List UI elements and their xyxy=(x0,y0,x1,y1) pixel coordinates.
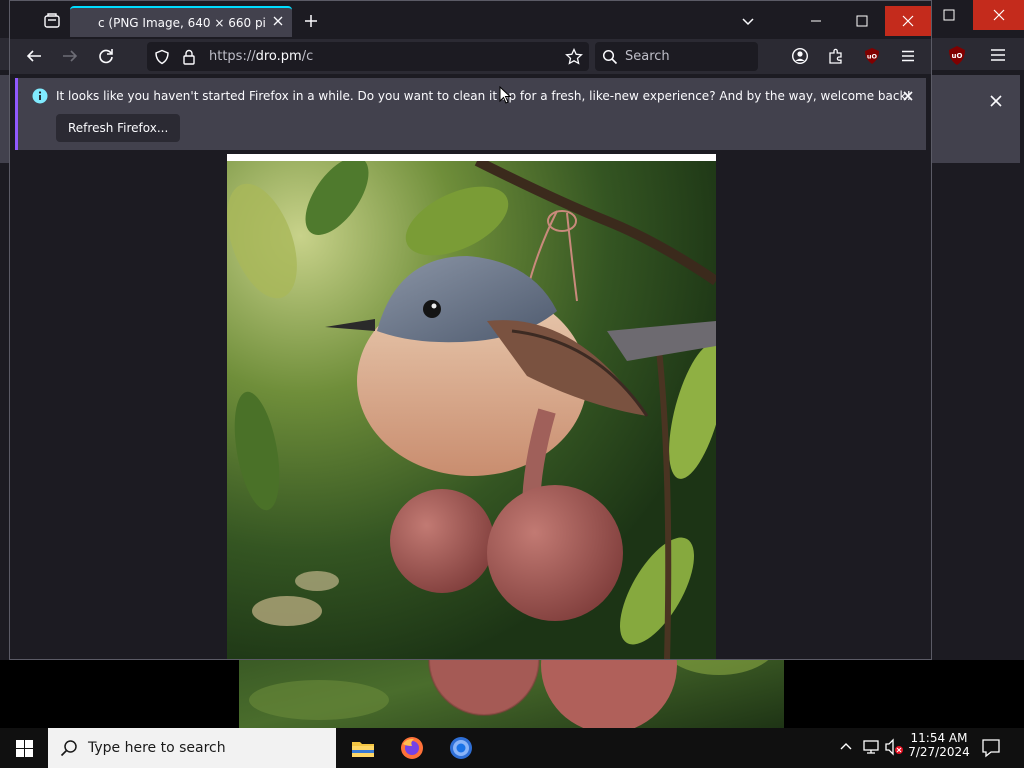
search-placeholder: Search xyxy=(625,49,670,64)
file-explorer-icon[interactable] xyxy=(345,732,381,764)
url-scheme: https:// xyxy=(209,49,256,64)
new-tab-plus-icon[interactable] xyxy=(297,7,325,35)
clock[interactable]: 11:54 AM 7/27/2024 xyxy=(908,731,970,759)
taskbar-search-icon xyxy=(60,739,78,757)
taskbar: Type here to search 11:54 AM 7/27/2024 xyxy=(0,728,1024,768)
background-ublock-icon[interactable]: uO xyxy=(943,41,971,73)
clock-time: 11:54 AM xyxy=(910,731,968,745)
firefox-icon[interactable] xyxy=(394,732,430,764)
tab-active[interactable]: c (PNG Image, 640 × 660 pixels) xyxy=(70,6,292,37)
taskbar-search-placeholder: Type here to search xyxy=(88,740,226,756)
volume-muted-icon[interactable] xyxy=(884,738,904,760)
url-host: dro.pm xyxy=(255,49,302,64)
info-icon xyxy=(32,88,48,108)
close-button[interactable] xyxy=(885,6,931,36)
notification-message: It looks like you haven't started Firefo… xyxy=(56,89,912,103)
firefox-view-icon[interactable] xyxy=(38,7,66,35)
notification-icon[interactable] xyxy=(980,737,1002,763)
background-close-button[interactable] xyxy=(973,0,1024,30)
navigation-toolbar: https://dro.pm/c Search uO xyxy=(10,39,931,74)
menu-icon[interactable] xyxy=(894,42,922,70)
titlebar: c (PNG Image, 640 × 660 pixels) xyxy=(10,1,931,39)
notification-close-icon[interactable] xyxy=(898,86,918,110)
bird-image xyxy=(227,161,716,659)
refresh-firefox-button[interactable]: Refresh Firefox... xyxy=(56,114,181,142)
maximize-button[interactable] xyxy=(839,6,885,36)
ublock-icon[interactable]: uO xyxy=(858,42,886,70)
url-text[interactable]: https://dro.pm/c xyxy=(209,49,559,64)
bookmark-star-icon[interactable] xyxy=(559,47,589,66)
network-icon[interactable] xyxy=(862,738,880,760)
list-tabs-chevron-down-icon[interactable] xyxy=(734,7,762,35)
reload-icon[interactable] xyxy=(92,42,120,70)
account-icon[interactable] xyxy=(786,42,814,70)
background-notice-close-icon[interactable] xyxy=(985,90,1007,116)
url-bar[interactable]: https://dro.pm/c xyxy=(147,42,589,71)
background-menu-icon[interactable] xyxy=(984,41,1012,73)
forward-icon[interactable] xyxy=(56,42,84,70)
minimize-button[interactable] xyxy=(793,6,839,36)
shield-icon[interactable] xyxy=(147,49,177,65)
chrome-icon[interactable] xyxy=(443,732,479,764)
tab-title: c (PNG Image, 640 × 660 pixels) xyxy=(98,15,266,30)
extensions-icon[interactable] xyxy=(822,42,850,70)
windows-start-icon[interactable] xyxy=(0,728,48,768)
back-icon[interactable] xyxy=(20,42,48,70)
taskbar-search-box[interactable]: Type here to search xyxy=(48,728,336,768)
search-bar[interactable]: Search xyxy=(595,42,758,71)
url-path: /c xyxy=(301,49,314,64)
lock-icon[interactable] xyxy=(177,49,201,65)
background-maximize-icon[interactable] xyxy=(926,0,972,30)
clock-date: 7/27/2024 xyxy=(908,745,970,759)
tab-close-icon[interactable] xyxy=(272,15,284,31)
search-icon xyxy=(595,49,625,65)
firefox-window: c (PNG Image, 640 × 660 pixels) xyxy=(9,0,932,660)
content-area xyxy=(10,154,931,659)
svg-text:uO: uO xyxy=(952,52,963,60)
svg-text:uO: uO xyxy=(867,53,878,61)
png-image-frame xyxy=(227,154,716,659)
tray-chevron-up-icon[interactable] xyxy=(838,738,854,758)
mouse-cursor xyxy=(499,85,512,108)
notification-bar: It looks like you haven't started Firefo… xyxy=(15,78,926,150)
